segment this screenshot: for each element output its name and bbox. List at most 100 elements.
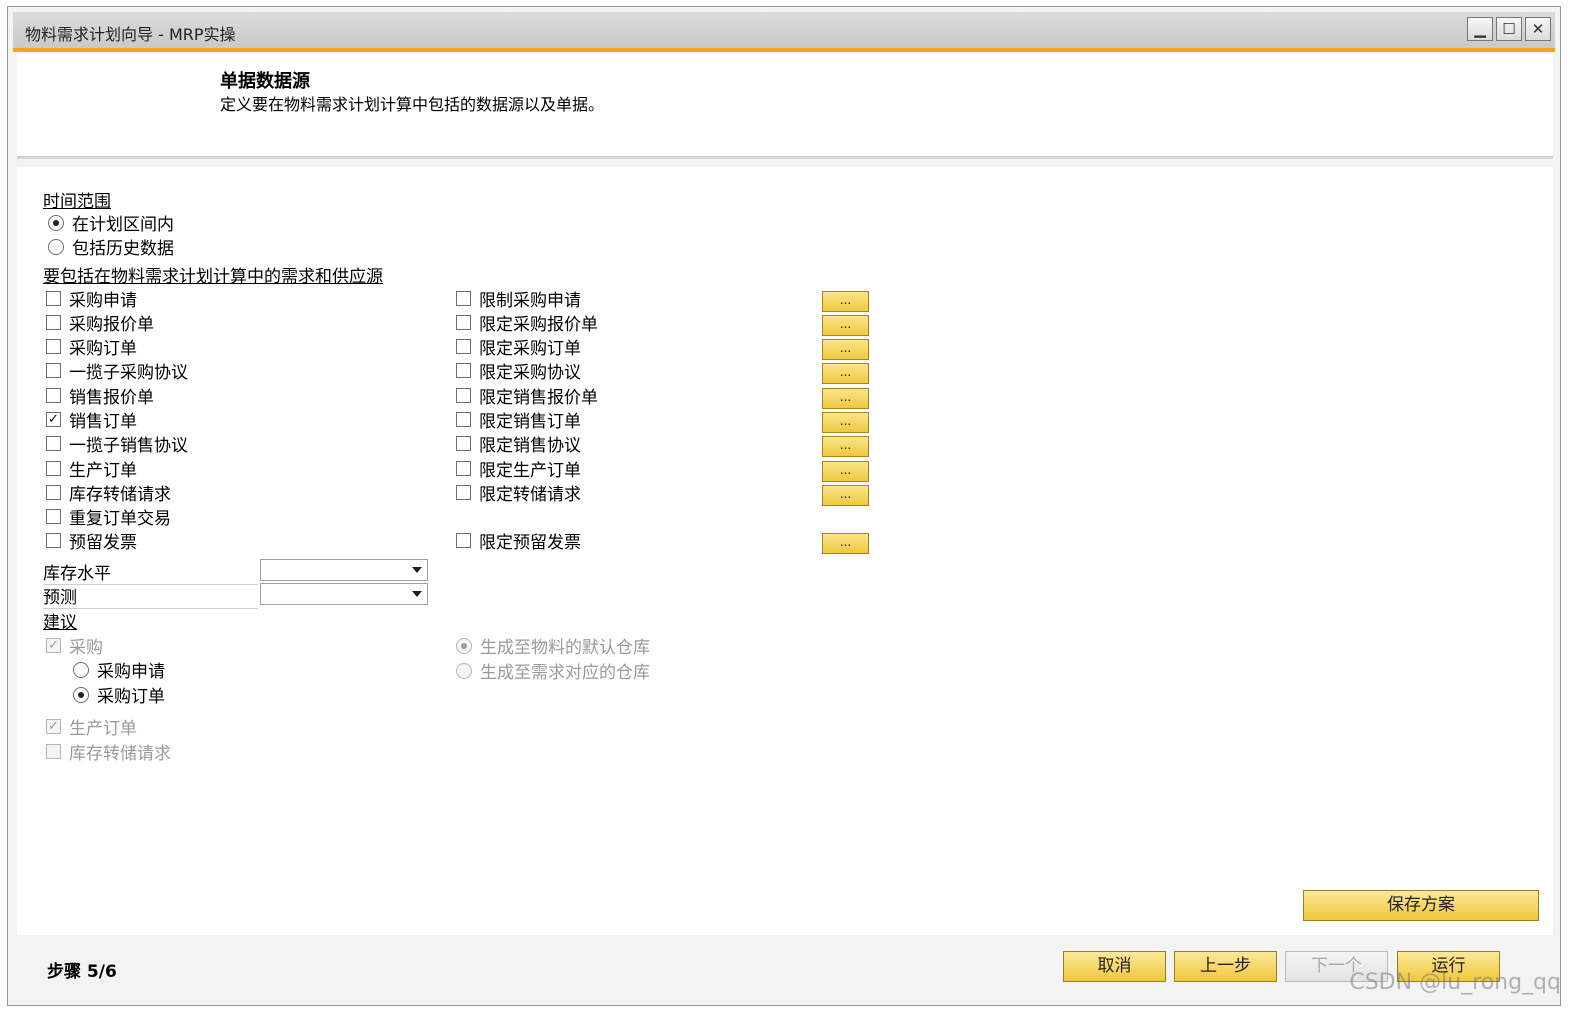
window-title: 物料需求计划向导 - MRP实操 (25, 25, 236, 44)
checkbox-limit-purchase-agreement[interactable]: 限定采购协议 (456, 358, 581, 383)
checkbox-label: 采购申请 (69, 291, 137, 311)
back-button[interactable]: 上一步 (1174, 951, 1277, 982)
checkbox-label: 预留发票 (69, 533, 137, 553)
checkbox-limit-production-order[interactable]: 限定生产订单 (456, 456, 581, 481)
checkbox-label: 限定销售报价单 (479, 388, 598, 408)
checkbox-blanket-purchase[interactable]: 一揽子采购协议 (46, 358, 188, 383)
minimize-button[interactable]: ▁ (1467, 17, 1493, 41)
checkbox-label: 生产订单 (69, 461, 137, 481)
limit-purchase-agreement-dots-button[interactable]: ... (822, 363, 869, 384)
limit-purchase-request-dots-button[interactable]: ... (822, 291, 869, 312)
check-icon[interactable]: ✓ (46, 412, 61, 427)
checkbox-icon (46, 744, 61, 759)
checkbox-label: 限定采购报价单 (479, 315, 598, 335)
checkbox-label: 限定预留发票 (479, 533, 581, 553)
forecast-dropdown[interactable] (260, 583, 428, 605)
checkbox-icon[interactable] (46, 533, 61, 548)
radio-icon[interactable] (73, 686, 89, 703)
checkbox-recurring-orders[interactable]: 重复订单交易 (46, 504, 171, 529)
radio-default-warehouse: 生成至物料的默认仓库 (456, 633, 650, 658)
radio-icon[interactable] (73, 661, 89, 678)
checkbox-label: 限制采购申请 (479, 291, 581, 311)
checkbox-label: 库存转储请求 (69, 744, 171, 764)
limit-reserve-invoice-dots-button[interactable]: ... (822, 533, 869, 554)
checkbox-icon[interactable] (456, 388, 471, 403)
checkbox-icon[interactable] (46, 315, 61, 330)
checkbox-icon[interactable] (456, 461, 471, 476)
checkbox-purchase-order[interactable]: 采购订单 (46, 334, 137, 359)
checkbox-label: 一揽子销售协议 (69, 436, 188, 456)
checkbox-reserve-invoice[interactable]: 预留发票 (46, 528, 137, 553)
checkbox-icon[interactable] (46, 291, 61, 306)
checkbox-icon[interactable] (46, 363, 61, 378)
checkbox-suggest-production: ✓ 生产订单 (46, 714, 137, 739)
stock-level-label: 库存水平 (43, 559, 258, 585)
radio-purchase-request[interactable]: 采购申请 (73, 657, 165, 682)
checkbox-blanket-sales[interactable]: 一揽子销售协议 (46, 431, 188, 456)
checkbox-label: 限定转储请求 (479, 485, 581, 505)
checkbox-label: 采购订单 (69, 339, 137, 359)
checkbox-icon[interactable] (456, 363, 471, 378)
limit-sales-quotation-dots-button[interactable]: ... (822, 388, 869, 409)
checkbox-icon[interactable] (456, 315, 471, 330)
limit-purchase-order-dots-button[interactable]: ... (822, 339, 869, 360)
limit-purchase-quotation-dots-button[interactable]: ... (822, 315, 869, 336)
save-scheme-button[interactable]: 保存方案 (1303, 890, 1539, 921)
checkbox-icon[interactable] (456, 436, 471, 451)
limit-sales-order-dots-button[interactable]: ... (822, 412, 869, 433)
radio-purchase-order[interactable]: 采购订单 (73, 682, 165, 707)
checkbox-icon[interactable] (46, 461, 61, 476)
checkbox-icon[interactable] (46, 485, 61, 500)
checkbox-purchase-request[interactable]: 采购申请 (46, 286, 137, 311)
checkbox-label: 一揽子采购协议 (69, 363, 188, 383)
checkbox-limit-purchase-order[interactable]: 限定采购订单 (456, 334, 581, 359)
page-description: 定义要在物料需求计划计算中包括的数据源以及单据。 (220, 95, 605, 114)
checkbox-icon[interactable] (46, 509, 61, 524)
check-icon: ✓ (46, 719, 61, 734)
radio-label: 采购申请 (97, 662, 165, 682)
radio-in-plan-period[interactable]: 在计划区间内 (48, 210, 174, 235)
check-icon: ✓ (46, 638, 61, 653)
radio-icon[interactable] (48, 238, 64, 255)
checkbox-limit-purchase-request[interactable]: 限制采购申请 (456, 286, 581, 311)
checkbox-icon[interactable] (46, 436, 61, 451)
limit-sales-agreement-dots-button[interactable]: ... (822, 436, 869, 457)
radio-label: 生成至需求对应的仓库 (480, 663, 650, 683)
sources-heading: 要包括在物料需求计划计算中的需求和供应源 (43, 267, 383, 287)
radio-label: 生成至物料的默认仓库 (480, 638, 650, 658)
close-button[interactable]: ✕ (1525, 17, 1551, 41)
step-indicator: 步骤 5/6 (47, 962, 117, 982)
checkbox-limit-purchase-quotation[interactable]: 限定采购报价单 (456, 310, 598, 335)
radio-icon[interactable] (48, 214, 64, 231)
checkbox-sales-quotation[interactable]: 销售报价单 (46, 383, 154, 408)
checkbox-sales-order[interactable]: ✓ 销售订单 (46, 407, 137, 432)
radio-icon (456, 637, 472, 654)
checkbox-inventory-transfer[interactable]: 库存转储请求 (46, 480, 171, 505)
checkbox-limit-sales-order[interactable]: 限定销售订单 (456, 407, 581, 432)
checkbox-icon[interactable] (456, 339, 471, 354)
limit-production-order-dots-button[interactable]: ... (822, 461, 869, 482)
checkbox-limit-sales-quotation[interactable]: 限定销售报价单 (456, 383, 598, 408)
maximize-button[interactable]: ☐ (1496, 17, 1522, 41)
checkbox-label: 限定销售订单 (479, 412, 581, 432)
csdn-watermark: CSDN @lu_rong_qq (1349, 970, 1561, 995)
checkbox-icon[interactable] (456, 412, 471, 427)
limit-transfer-request-dots-button[interactable]: ... (822, 485, 869, 506)
checkbox-icon[interactable] (456, 291, 471, 306)
cancel-button[interactable]: 取消 (1063, 951, 1166, 982)
checkbox-production-order[interactable]: 生产订单 (46, 456, 137, 481)
stock-level-dropdown[interactable] (260, 559, 428, 581)
checkbox-limit-reserve-invoice[interactable]: 限定预留发票 (456, 528, 581, 553)
checkbox-icon[interactable] (46, 339, 61, 354)
title-bar[interactable]: 物料需求计划向导 - MRP实操 ▁ ☐ ✕ (13, 12, 1555, 52)
checkbox-label: 限定采购协议 (479, 363, 581, 383)
radio-include-history[interactable]: 包括历史数据 (48, 234, 174, 259)
checkbox-icon[interactable] (46, 388, 61, 403)
checkbox-limit-transfer-request[interactable]: 限定转储请求 (456, 480, 581, 505)
checkbox-icon[interactable] (456, 485, 471, 500)
checkbox-limit-sales-agreement[interactable]: 限定销售协议 (456, 431, 581, 456)
checkbox-icon[interactable] (456, 533, 471, 548)
checkbox-label: 限定采购订单 (479, 339, 581, 359)
checkbox-purchase-quotation[interactable]: 采购报价单 (46, 310, 154, 335)
checkbox-label: 重复订单交易 (69, 509, 171, 529)
